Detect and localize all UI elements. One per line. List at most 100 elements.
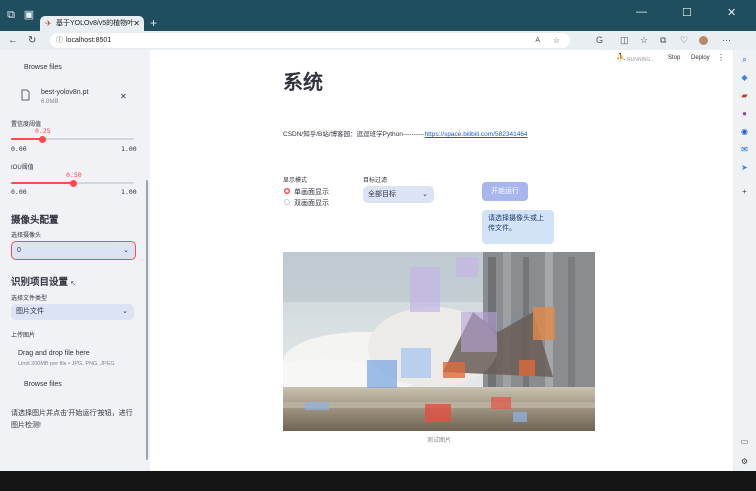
gear-icon[interactable]: ⚙ xyxy=(739,457,750,466)
test-image-graphic xyxy=(283,252,595,431)
file-type-select-value: 图片文件 xyxy=(16,308,44,315)
avatar[interactable] xyxy=(699,36,708,45)
back-icon[interactable]: ← xyxy=(8,31,18,50)
browser-essentials-icon[interactable]: ♡ xyxy=(680,31,688,50)
recognition-settings-header: 识别项目设置 xyxy=(11,277,69,288)
sidebar-scrollbar[interactable] xyxy=(146,180,148,460)
main-content: ⛹ RUNNING... Stop Deploy ⋮ 系统 CSDN/知乎/B站… xyxy=(150,50,733,471)
image-caption: 测试图片 xyxy=(426,438,451,444)
tab-title: 基于YOLOv8/v5的植物叶片病害... xyxy=(56,20,134,27)
new-tab-button[interactable]: + xyxy=(150,16,157,31)
outlook-icon[interactable]: ✉ xyxy=(739,145,750,154)
remove-file-icon[interactable]: ✕ xyxy=(120,92,127,101)
radio-dual-label: 双画面显示 xyxy=(294,200,329,207)
favorites-icon[interactable]: ☆ xyxy=(640,31,648,50)
links-line: CSDN/知乎/B站/博客园：逗逗班学Python----------https… xyxy=(283,128,528,138)
camera-select[interactable]: 0 ⌄ xyxy=(11,241,136,260)
iou-threshold-label: IOU阈值 xyxy=(11,165,34,171)
iou-slider-value: 0.50 xyxy=(66,171,82,179)
radio-dual-display[interactable] xyxy=(284,199,290,205)
target-filter-value: 全部目标 xyxy=(368,191,396,198)
camera-select-value: 0 xyxy=(17,247,21,254)
drag-drop-text[interactable]: Drag and drop file here xyxy=(18,350,90,357)
display-mode-label: 显示模式 xyxy=(283,178,308,184)
edge-sidebar: ⌕ ◆ ▰ ● ◉ ✉ ➤ + ▭ ⚙ xyxy=(733,50,756,471)
conf-slider-value: 0.25 xyxy=(35,127,51,135)
radio-single-label: 单画面显示 xyxy=(294,189,329,196)
add-app-icon[interactable]: + xyxy=(739,187,750,196)
deploy-button[interactable]: Deploy xyxy=(691,55,710,61)
file-type-select[interactable]: 图片文件 ⌄ xyxy=(11,304,134,320)
iou-slider-min: 0.00 xyxy=(11,188,27,196)
browser-tab[interactable]: ✈ 基于YOLOv8/v5的植物叶片病害... ✕ xyxy=(40,16,144,31)
running-status: RUNNING... xyxy=(627,57,655,63)
page-title: 系统 xyxy=(283,72,323,94)
tab-close-icon[interactable]: ✕ xyxy=(133,16,140,31)
chevron-down-icon: ⌄ xyxy=(122,308,128,315)
file-icon xyxy=(21,89,30,101)
iou-slider-max: 1.00 xyxy=(121,188,137,196)
radio-single-display[interactable] xyxy=(284,188,290,194)
target-filter-select[interactable]: 全部目标 ⌄ xyxy=(363,186,434,203)
browser-window: ⧉ ▣ ✈ 基于YOLOv8/v5的植物叶片病害... ✕ + — ☐ ✕ ← … xyxy=(0,0,756,491)
workspaces-icon[interactable]: ▣ xyxy=(22,0,36,31)
start-button[interactable]: 开始运行 xyxy=(482,182,528,201)
tools-icon[interactable]: ▰ xyxy=(739,91,750,100)
conf-slider-min: 0.00 xyxy=(11,145,27,153)
target-filter-label: 目标过滤 xyxy=(363,178,388,184)
extension-icon[interactable]: G xyxy=(596,31,603,50)
minimize-icon[interactable]: — xyxy=(636,6,647,18)
browse-files-button-bottom[interactable]: Browse files xyxy=(24,381,62,388)
tab-favicon-icon: ✈ xyxy=(45,19,52,28)
info-alert: 请选择摄像头或上 传文件。 xyxy=(482,210,554,244)
conf-slider-thumb[interactable] xyxy=(39,136,46,143)
iou-slider-thumb[interactable] xyxy=(70,180,77,187)
running-icon: ⛹ xyxy=(616,53,626,62)
camera-select-label: 选择摄像头 xyxy=(11,233,42,239)
url-field[interactable]: ⓘ localhost:8501 A ☆ xyxy=(50,33,570,48)
mouse-cursor-icon: ↖ xyxy=(70,279,77,288)
upload-image-label: 上传图片 xyxy=(11,333,36,339)
search-icon[interactable]: ⌕ xyxy=(739,55,750,65)
test-image xyxy=(283,252,595,431)
upload-limit-text: Limit 200MB per file • JPG, PNG, JPEG xyxy=(18,361,115,367)
iou-slider-fill xyxy=(11,182,73,184)
window-close-icon[interactable]: ✕ xyxy=(727,6,736,19)
file-type-label: 选择文件类型 xyxy=(11,296,48,302)
url-text: localhost:8501 xyxy=(66,37,112,44)
chevron-down-icon: ⌄ xyxy=(123,247,129,254)
main-menu-icon[interactable]: ⋮ xyxy=(717,53,725,62)
info-line2: 传文件。 xyxy=(488,225,516,232)
hint-text-line2: 图片检测! xyxy=(11,422,41,429)
conf-slider-fill xyxy=(11,138,42,140)
stop-button[interactable]: Stop xyxy=(668,55,680,61)
info-icon[interactable]: ⓘ xyxy=(56,33,63,48)
uploaded-file-size: 6.0MB xyxy=(41,99,59,105)
info-line1: 请选择摄像头或上 xyxy=(488,215,544,222)
links-prefix: CSDN/知乎/B站/博客园：逗逗班学Python---------- xyxy=(283,131,425,138)
telegram-icon[interactable]: ➤ xyxy=(739,163,750,172)
read-aloud-icon[interactable]: A xyxy=(535,33,540,48)
collections-icon[interactable]: ⧉ xyxy=(660,31,666,50)
title-bar: ⧉ ▣ ✈ 基于YOLOv8/v5的植物叶片病害... ✕ + — ☐ ✕ xyxy=(0,0,756,31)
conf-slider-max: 1.00 xyxy=(121,145,137,153)
games-icon[interactable]: ● xyxy=(739,109,750,118)
hint-text-line1: 请选择图片并点击'开始运行'按钮，进行 xyxy=(11,410,133,417)
screen-icon[interactable]: ▭ xyxy=(739,437,750,446)
favorite-star-icon[interactable]: ☆ xyxy=(553,33,560,48)
shopping-icon[interactable]: ◆ xyxy=(739,73,750,82)
screen-bottom-strip xyxy=(0,471,756,491)
sidebar: Browse files best-yolov8n.pt 6.0MB ✕ 置信度… xyxy=(0,50,150,471)
chevron-down-icon: ⌄ xyxy=(422,191,428,198)
settings-more-icon[interactable]: ⋯ xyxy=(722,31,731,50)
refresh-icon[interactable]: ↻ xyxy=(28,31,36,50)
split-screen-icon[interactable]: ◫ xyxy=(620,31,629,50)
camera-config-header: 摄像头配置 xyxy=(11,215,59,226)
microsoft365-icon[interactable]: ◉ xyxy=(739,127,750,136)
browse-files-button-top[interactable]: Browse files xyxy=(24,64,62,71)
profile-icon[interactable]: ⧉ xyxy=(4,0,18,31)
uploaded-file-name: best-yolov8n.pt xyxy=(41,89,89,96)
maximize-icon[interactable]: ☐ xyxy=(682,6,692,19)
bilibili-link[interactable]: https://space.bilibili.com/582341464 xyxy=(425,131,528,138)
address-bar: ← ↻ ⓘ localhost:8501 A ☆ G ◫ ☆ ⧉ ♡ ⋯ xyxy=(0,31,756,50)
